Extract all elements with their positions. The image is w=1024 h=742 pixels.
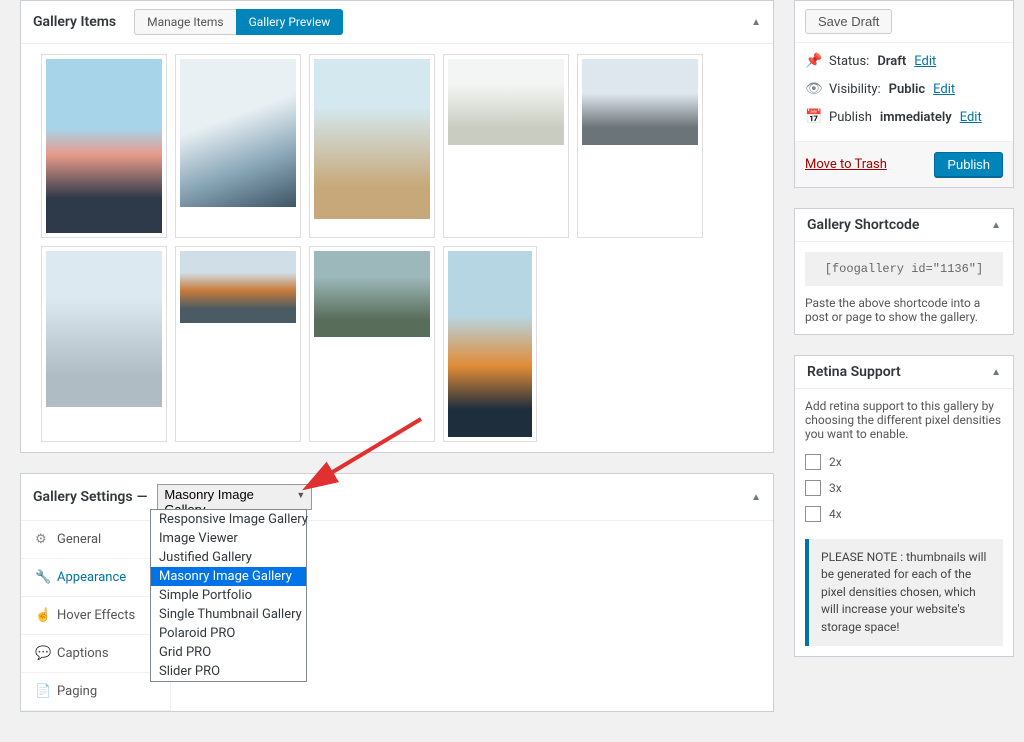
status-label: Status: — [829, 54, 869, 69]
retina-help: Add retina support to this gallery by ch… — [805, 399, 1003, 441]
title-dash: — — [137, 489, 148, 505]
edit-schedule-link[interactable]: Edit — [960, 110, 982, 125]
pointer-icon: ☝ — [35, 608, 49, 623]
settings-nav-general[interactable]: ⚙ General — [21, 521, 170, 559]
retina-notice: PLEASE NOTE : thumbnails will be generat… — [805, 539, 1003, 646]
eye-icon: 👁 — [805, 81, 821, 97]
gallery-items-metabox: Gallery Items Manage Items Gallery Previ… — [20, 0, 774, 453]
edit-visibility-link[interactable]: Edit — [933, 82, 955, 97]
dropdown-option[interactable]: Single Thumbnail Gallery — [151, 605, 306, 624]
nav-label: Captions — [57, 646, 109, 661]
visibility-label: Visibility: — [829, 82, 881, 97]
retina-option-label: 3x — [829, 481, 842, 495]
gallery-thumb[interactable] — [577, 54, 703, 238]
gallery-settings-header: Gallery Settings — Masonry Image Gallery… — [21, 474, 773, 521]
shortcode-code[interactable]: [foogallery id="1136"] — [805, 252, 1003, 286]
publish-metabox: Save Draft 📌 Status: Draft Edit 👁 Visibi… — [794, 0, 1014, 188]
gallery-thumb[interactable] — [443, 246, 537, 442]
schedule-value: immediately — [880, 110, 952, 125]
calendar-icon: 📅 — [805, 109, 821, 125]
gallery-items-tabs: Manage Items Gallery Preview — [134, 9, 343, 35]
gallery-thumb[interactable] — [175, 54, 301, 238]
gallery-thumb[interactable] — [41, 246, 167, 442]
caption-icon: 💬 — [35, 646, 49, 661]
visibility-value: Public — [889, 82, 925, 97]
toggle-icon[interactable]: ▲ — [991, 220, 1001, 231]
dropdown-option[interactable]: Image Viewer — [151, 529, 306, 548]
retina-option-label: 4x — [829, 507, 842, 521]
retina-title: Retina Support — [807, 364, 901, 380]
checkbox-icon — [805, 506, 821, 522]
settings-nav-paging[interactable]: 📄 Paging — [21, 673, 170, 711]
wrench-icon: 🔧 — [35, 570, 49, 585]
settings-nav-hover[interactable]: ☝ Hover Effects — [21, 597, 170, 635]
shortcode-help: Paste the above shortcode into a post or… — [805, 296, 1003, 324]
pin-icon: 📌 — [805, 53, 821, 69]
settings-nav-appearance[interactable]: 🔧 Appearance — [21, 559, 170, 597]
shortcode-title: Gallery Shortcode — [807, 217, 919, 233]
nav-label: Appearance — [57, 570, 126, 585]
dropdown-option[interactable]: Justified Gallery — [151, 548, 306, 567]
retina-metabox: Retina Support ▲ Add retina support to t… — [794, 355, 1014, 657]
gallery-thumb[interactable] — [41, 54, 167, 238]
dropdown-option[interactable]: Polaroid PRO — [151, 624, 306, 643]
shortcode-metabox: Gallery Shortcode ▲ [foogallery id="1136… — [794, 208, 1014, 335]
dropdown-option[interactable]: Responsive Image Gallery — [151, 510, 306, 529]
gallery-thumb[interactable] — [309, 54, 435, 238]
checkbox-icon — [805, 480, 821, 496]
checkbox-icon — [805, 454, 821, 470]
settings-nav-captions[interactable]: 💬 Captions — [21, 635, 170, 673]
retina-option[interactable]: 4x — [805, 501, 1003, 527]
toggle-icon[interactable]: ▲ — [751, 17, 761, 28]
tab-gallery-preview[interactable]: Gallery Preview — [236, 9, 344, 35]
publish-button[interactable]: Publish — [934, 152, 1003, 177]
tab-manage-items[interactable]: Manage Items — [134, 9, 236, 35]
paging-icon: 📄 — [35, 684, 49, 699]
toggle-icon[interactable]: ▲ — [751, 492, 761, 503]
gallery-items-header: Gallery Items Manage Items Gallery Previ… — [21, 1, 773, 44]
gallery-preview-body — [21, 44, 773, 452]
schedule-label: Publish — [829, 110, 872, 125]
gallery-thumb[interactable] — [443, 54, 569, 238]
nav-label: Paging — [57, 684, 97, 699]
dropdown-option[interactable]: Grid PRO — [151, 643, 306, 662]
gallery-thumb[interactable] — [175, 246, 301, 442]
gallery-thumb[interactable] — [309, 246, 435, 442]
gallery-template-dropdown[interactable]: Responsive Image Gallery Image Viewer Ju… — [150, 509, 307, 682]
gallery-template-select[interactable]: Masonry Image Gallery — [157, 484, 312, 510]
gallery-items-title: Gallery Items — [33, 14, 116, 30]
edit-status-link[interactable]: Edit — [914, 54, 936, 69]
gear-icon: ⚙ — [35, 532, 49, 547]
save-draft-button[interactable]: Save Draft — [805, 9, 892, 34]
toggle-icon[interactable]: ▲ — [991, 367, 1001, 378]
dropdown-option[interactable]: Simple Portfolio — [151, 586, 306, 605]
move-to-trash-link[interactable]: Move to Trash — [805, 157, 887, 172]
retina-option-label: 2x — [829, 455, 842, 469]
settings-nav: ⚙ General 🔧 Appearance ☝ Hover Effects 💬 Cap… — [21, 521, 171, 711]
retina-option[interactable]: 3x — [805, 475, 1003, 501]
nav-label: Hover Effects — [57, 608, 135, 623]
dropdown-option-selected[interactable]: Masonry Image Gallery — [151, 567, 306, 586]
publish-meta: 📌 Status: Draft Edit 👁 Visibility: Publi… — [795, 43, 1013, 141]
nav-label: General — [57, 532, 101, 547]
status-value: Draft — [877, 54, 906, 69]
publish-actions: Save Draft — [795, 1, 1013, 43]
gallery-settings-title: Gallery Settings — [33, 489, 133, 505]
gallery-settings-metabox: Gallery Settings — Masonry Image Gallery… — [20, 473, 774, 712]
dropdown-option[interactable]: Slider PRO — [151, 662, 306, 681]
retina-option[interactable]: 2x — [805, 449, 1003, 475]
